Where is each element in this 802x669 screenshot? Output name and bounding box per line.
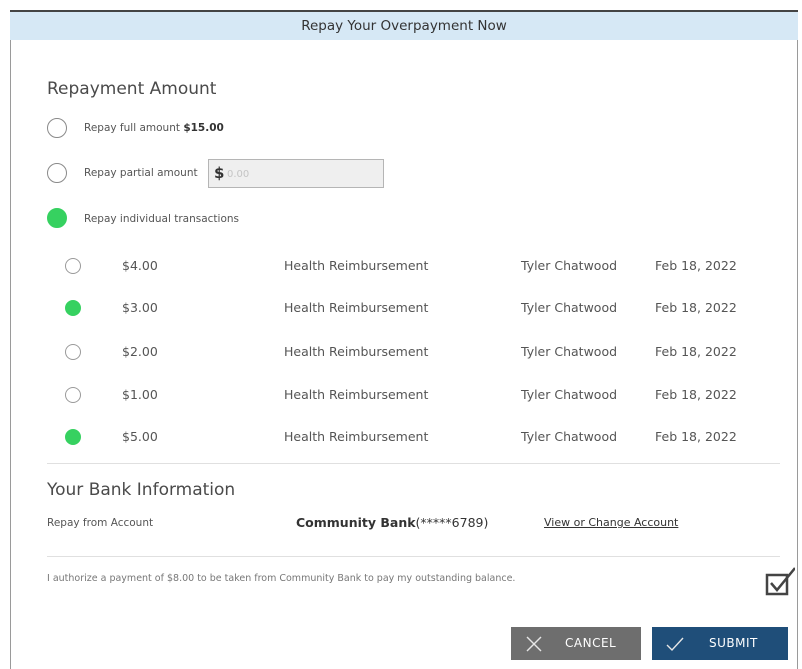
transaction-amount: $3.00: [122, 300, 158, 315]
partial-amount-field: $: [208, 159, 384, 188]
repay-partial-radio[interactable]: [47, 163, 67, 183]
full-amount-value: $15.00: [183, 122, 224, 134]
repay-individual-radio[interactable]: [47, 208, 67, 228]
transaction-radio[interactable]: [65, 258, 81, 274]
transaction-radio[interactable]: [65, 300, 81, 316]
transaction-radio[interactable]: [65, 429, 81, 445]
transaction-name: Tyler Chatwood: [521, 387, 618, 402]
transaction-amount: $5.00: [122, 429, 158, 444]
transaction-radio[interactable]: [65, 387, 81, 403]
authorization-text: I authorize a payment of $8.00 to be tak…: [47, 573, 516, 584]
transaction-type: Health Reimbursement: [284, 429, 429, 444]
transaction-date: Feb 18, 2022: [655, 300, 737, 315]
bank-name: Community Bank: [296, 515, 416, 530]
authorization-checkbox[interactable]: [765, 566, 796, 596]
transaction-name: Tyler Chatwood: [521, 258, 618, 273]
transaction-date: Feb 18, 2022: [655, 258, 737, 273]
repay-full-label: Repay full amount $15.00: [84, 122, 224, 134]
repay-individual-label: Repay individual transactions: [84, 213, 240, 225]
transaction-row: $4.00 Health Reimbursement Tyler Chatwoo…: [60, 255, 780, 279]
dialog-title: Repay Your Overpayment Now: [10, 10, 798, 40]
transaction-row: $1.00 Health Reimbursement Tyler Chatwoo…: [60, 384, 780, 408]
submit-label: SUBMIT: [709, 636, 758, 650]
x-icon: [526, 636, 542, 652]
repay-from-label: Repay from Account: [47, 517, 154, 529]
bank-account: Community Bank(*****6789): [296, 515, 488, 530]
transaction-date: Feb 18, 2022: [655, 429, 737, 444]
transaction-type: Health Reimbursement: [284, 300, 429, 315]
repay-partial-label: Repay partial amount: [84, 167, 198, 179]
repayment-amount-heading: Repayment Amount: [47, 79, 217, 99]
partial-amount-input[interactable]: [227, 166, 377, 182]
transaction-name: Tyler Chatwood: [521, 300, 618, 315]
section-divider: [47, 463, 780, 464]
transaction-row: $2.00 Health Reimbursement Tyler Chatwoo…: [60, 341, 780, 365]
transaction-type: Health Reimbursement: [284, 387, 429, 402]
section-divider: [47, 556, 780, 557]
dialog: [10, 10, 798, 669]
transaction-name: Tyler Chatwood: [521, 344, 618, 359]
cancel-button[interactable]: CANCEL: [511, 627, 641, 660]
transaction-type: Health Reimbursement: [284, 344, 429, 359]
change-account-link[interactable]: View or Change Account: [544, 516, 678, 529]
currency-symbol: $: [214, 164, 225, 182]
account-mask: (*****6789): [415, 515, 489, 530]
transaction-row: $3.00 Health Reimbursement Tyler Chatwoo…: [60, 297, 780, 321]
check-icon: [666, 637, 684, 652]
transaction-date: Feb 18, 2022: [655, 344, 737, 359]
transaction-type: Health Reimbursement: [284, 258, 429, 273]
transaction-amount: $4.00: [122, 258, 158, 273]
bank-info-heading: Your Bank Information: [47, 480, 236, 500]
repay-full-radio[interactable]: [47, 118, 67, 138]
submit-button[interactable]: SUBMIT: [652, 627, 788, 660]
transaction-date: Feb 18, 2022: [655, 387, 737, 402]
cancel-label: CANCEL: [565, 636, 617, 650]
transaction-name: Tyler Chatwood: [521, 429, 618, 444]
checkbox-checked-icon: [765, 567, 796, 596]
transaction-amount: $2.00: [122, 344, 158, 359]
transaction-amount: $1.00: [122, 387, 158, 402]
transaction-row: $5.00 Health Reimbursement Tyler Chatwoo…: [60, 426, 780, 450]
transaction-radio[interactable]: [65, 344, 81, 360]
